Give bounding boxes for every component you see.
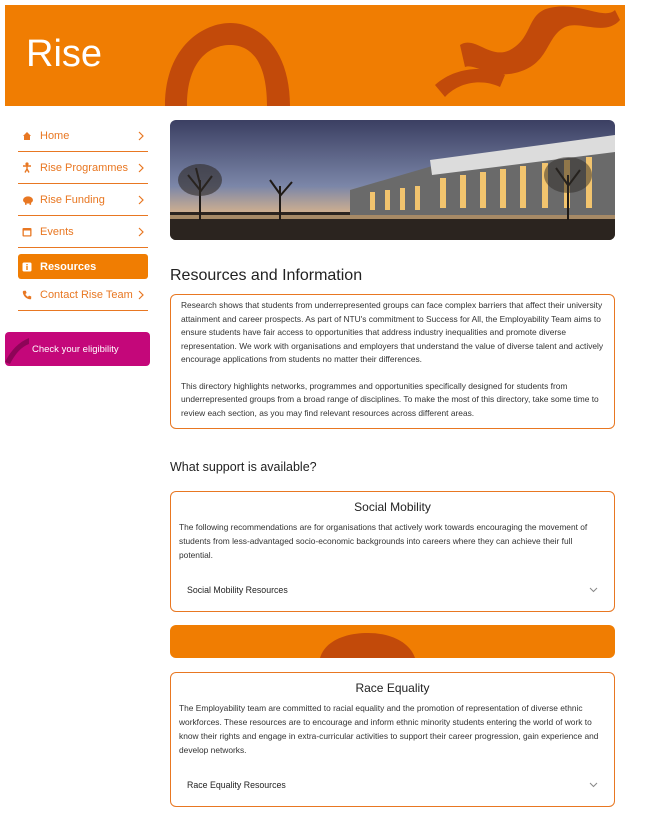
person-icon	[18, 162, 40, 173]
sidebar-nav: Home Rise Programmes Rise Funding Events…	[18, 120, 148, 311]
home-icon	[18, 131, 40, 141]
info-icon	[18, 262, 40, 272]
accordion-label: Social Mobility Resources	[187, 585, 288, 595]
sidebar-item-contact-rise-team[interactable]: Contact Rise Team	[18, 279, 148, 311]
social-mobility-card: Social Mobility The following recommenda…	[170, 491, 615, 612]
sidebar-item-rise-funding[interactable]: Rise Funding	[18, 184, 148, 216]
check-eligibility-label: Check your eligibility	[32, 343, 119, 355]
sidebar-item-label: Rise Programmes	[40, 161, 129, 174]
card-body: The following recommendations are for or…	[179, 522, 588, 560]
sidebar-item-label: Events	[40, 225, 74, 238]
intro-paragraph: This directory highlights networks, prog…	[181, 380, 599, 418]
race-equality-resources-accordion[interactable]: Race Equality Resources	[187, 780, 598, 790]
check-eligibility-button[interactable]: Check your eligibility	[5, 332, 150, 366]
page-title: Resources and Information	[170, 267, 363, 284]
sidebar-item-events[interactable]: Events	[18, 216, 148, 248]
card-title: Race Equality	[355, 681, 430, 695]
sidebar-item-label: Resources	[40, 260, 97, 273]
swoosh-decoration	[5, 338, 29, 364]
card-title: Social Mobility	[354, 500, 431, 514]
social-mobility-resources-accordion[interactable]: Social Mobility Resources	[187, 585, 598, 595]
chevron-right-icon	[134, 290, 148, 300]
header-banner: Rise	[5, 5, 625, 106]
chevron-right-icon	[134, 195, 148, 205]
support-heading: What support is available?	[170, 460, 317, 474]
brand-title: Rise	[26, 33, 103, 75]
sidebar-item-label: Home	[40, 129, 70, 142]
sidebar-item-home[interactable]: Home	[18, 120, 148, 152]
chevron-right-icon	[134, 163, 148, 173]
race-equality-card: Race Equality The Employability team are…	[170, 672, 615, 807]
chevron-down-icon	[589, 780, 598, 790]
piggy-bank-icon	[18, 195, 40, 205]
sidebar-item-rise-programmes[interactable]: Rise Programmes	[18, 152, 148, 184]
intro-box: Research shows that students from underr…	[170, 294, 615, 429]
accordion-label: Race Equality Resources	[187, 780, 286, 790]
intro-paragraph: Research shows that students from underr…	[181, 300, 604, 364]
phone-icon	[18, 290, 40, 300]
campus-photo	[170, 120, 615, 240]
card-body: The Employability team are committed to …	[179, 703, 599, 755]
sidebar-item-resources[interactable]: Resources	[18, 254, 148, 279]
chevron-right-icon	[134, 227, 148, 237]
decorative-strip	[170, 625, 615, 658]
sidebar-item-label: Rise Funding	[40, 193, 105, 206]
chevron-right-icon	[134, 131, 148, 141]
calendar-icon	[18, 227, 40, 237]
chevron-down-icon	[589, 585, 598, 595]
strip-decoration	[320, 633, 415, 658]
sidebar-item-label: Contact Rise Team	[40, 288, 133, 301]
